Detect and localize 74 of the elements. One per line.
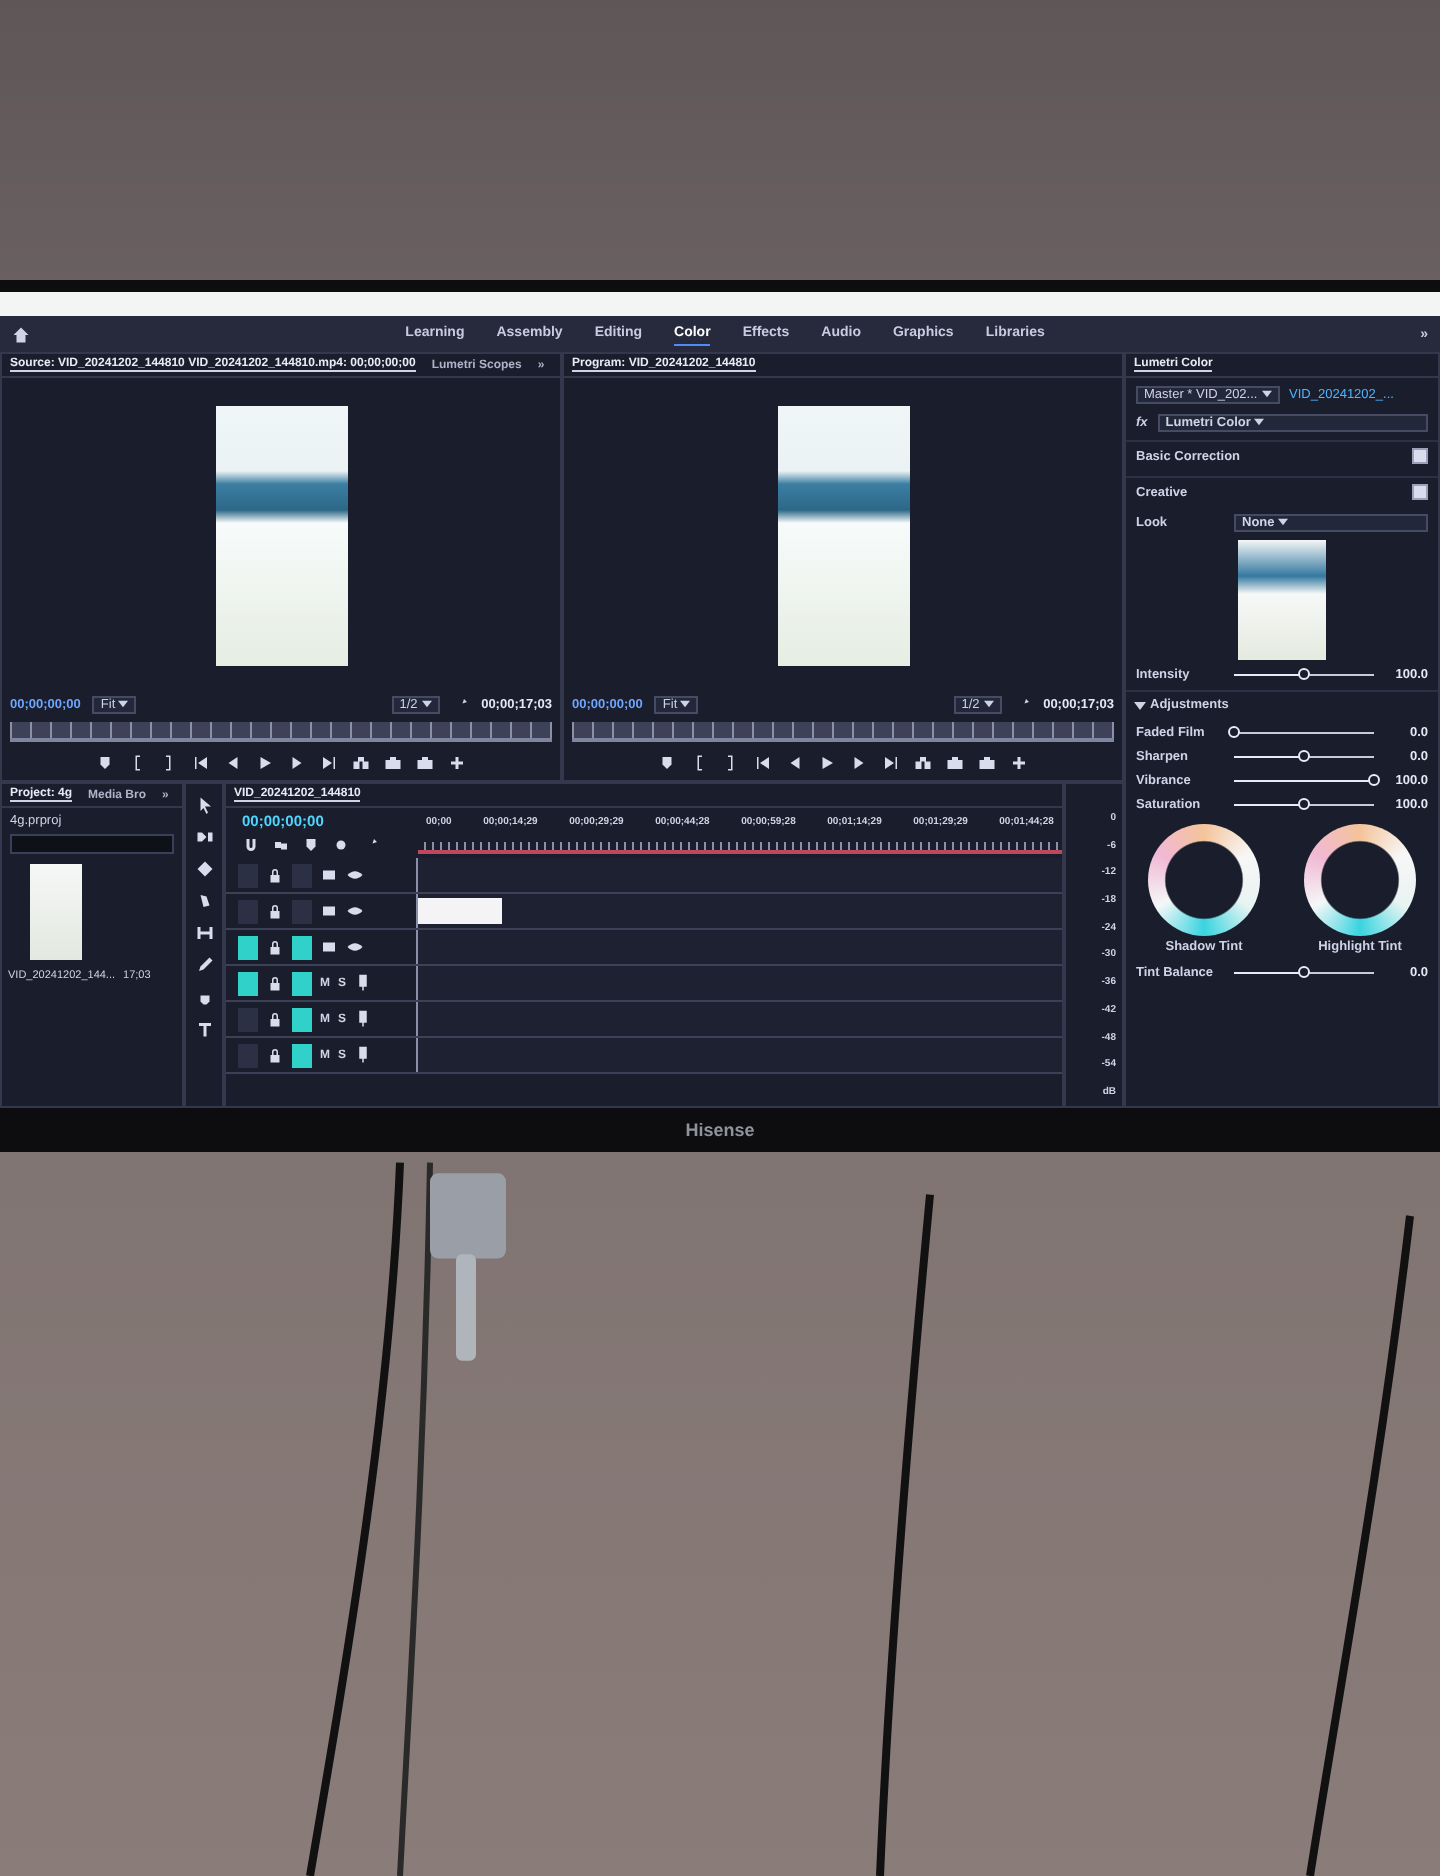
track-target-toggle[interactable] — [292, 935, 312, 959]
tv-brand-logo: Hisense — [685, 1120, 755, 1140]
overwrite-icon[interactable] — [946, 754, 964, 772]
ripple-edit-icon[interactable] — [195, 860, 213, 878]
razor-icon[interactable] — [195, 892, 213, 910]
track-target-toggle[interactable] — [292, 863, 312, 887]
scrub-bar[interactable] — [572, 722, 1114, 742]
microphone-icon[interactable] — [354, 974, 373, 992]
settings-icon[interactable] — [332, 836, 350, 854]
slider-thumb[interactable] — [1228, 726, 1240, 738]
track-target-toggle[interactable] — [292, 1043, 312, 1067]
slider-thumb[interactable] — [1298, 668, 1310, 680]
lock-icon[interactable] — [266, 1010, 284, 1028]
track-target-toggle[interactable] — [292, 971, 312, 995]
lock-icon[interactable] — [266, 866, 284, 884]
step-forward-icon[interactable] — [850, 754, 868, 772]
add-icon[interactable] — [448, 754, 466, 772]
search-field[interactable] — [10, 834, 174, 854]
lock-icon[interactable] — [266, 902, 284, 920]
source-patch-toggle[interactable] — [238, 1043, 258, 1067]
checkbox[interactable] — [1412, 484, 1428, 500]
photo-placeholder — [30, 864, 82, 960]
look-preview[interactable] — [1238, 540, 1326, 660]
insert-icon[interactable] — [914, 754, 932, 772]
video-clip[interactable] — [418, 898, 502, 924]
track-target-toggle[interactable] — [292, 899, 312, 923]
go-to-in-icon[interactable] — [754, 754, 772, 772]
play-icon[interactable] — [256, 754, 274, 772]
checkbox[interactable] — [1412, 448, 1428, 464]
linked-icon[interactable] — [272, 836, 290, 854]
caret-icon — [1278, 518, 1289, 526]
caret-icon — [680, 700, 691, 708]
scrub-bar[interactable] — [10, 722, 552, 742]
slider-thumb[interactable] — [1298, 798, 1310, 810]
caret-icon — [1261, 390, 1272, 398]
track-target-toggle[interactable] — [292, 1007, 312, 1031]
slider-thumb[interactable] — [1298, 750, 1310, 762]
lock-icon[interactable] — [266, 1046, 284, 1064]
play-icon[interactable] — [818, 754, 836, 772]
source-patch-toggle[interactable] — [238, 971, 258, 995]
chevron-icon[interactable] — [1134, 701, 1146, 709]
slip-tool-icon[interactable] — [195, 924, 213, 942]
add-icon[interactable] — [1010, 754, 1028, 772]
home-icon[interactable] — [12, 325, 30, 343]
lock-icon[interactable] — [266, 974, 284, 992]
pen-icon[interactable] — [195, 956, 213, 974]
step-forward-icon[interactable] — [288, 754, 306, 772]
type-tool-icon[interactable] — [195, 1020, 213, 1038]
step-back-icon[interactable] — [224, 754, 242, 772]
lock-icon[interactable] — [266, 938, 284, 956]
source-patch-toggle[interactable] — [238, 1007, 258, 1031]
caret-icon — [1254, 418, 1265, 426]
microphone-icon[interactable] — [354, 1046, 373, 1064]
step-back-icon[interactable] — [786, 754, 804, 772]
go-to-out-icon[interactable] — [882, 754, 900, 772]
microphone-icon[interactable] — [354, 1010, 373, 1028]
marker-icon[interactable] — [658, 754, 676, 772]
slider-thumb[interactable] — [1368, 774, 1380, 786]
marker-icon[interactable] — [96, 754, 114, 772]
marker-icon[interactable] — [302, 836, 320, 854]
snap-icon[interactable] — [242, 836, 260, 854]
source-patch-toggle[interactable] — [238, 899, 258, 923]
insert-icon[interactable] — [352, 754, 370, 772]
slider-thumb[interactable] — [1298, 966, 1310, 978]
overwrite-icon[interactable] — [384, 754, 402, 772]
selection-tool-icon[interactable] — [195, 796, 213, 814]
caret-icon — [983, 700, 994, 708]
go-to-out-icon[interactable] — [320, 754, 338, 772]
source-patch-toggle[interactable] — [238, 935, 258, 959]
caret-icon — [421, 700, 432, 708]
caret-icon — [118, 700, 129, 708]
track-select-icon[interactable] — [195, 828, 213, 846]
go-to-in-icon[interactable] — [192, 754, 210, 772]
source-patch-toggle[interactable] — [238, 863, 258, 887]
